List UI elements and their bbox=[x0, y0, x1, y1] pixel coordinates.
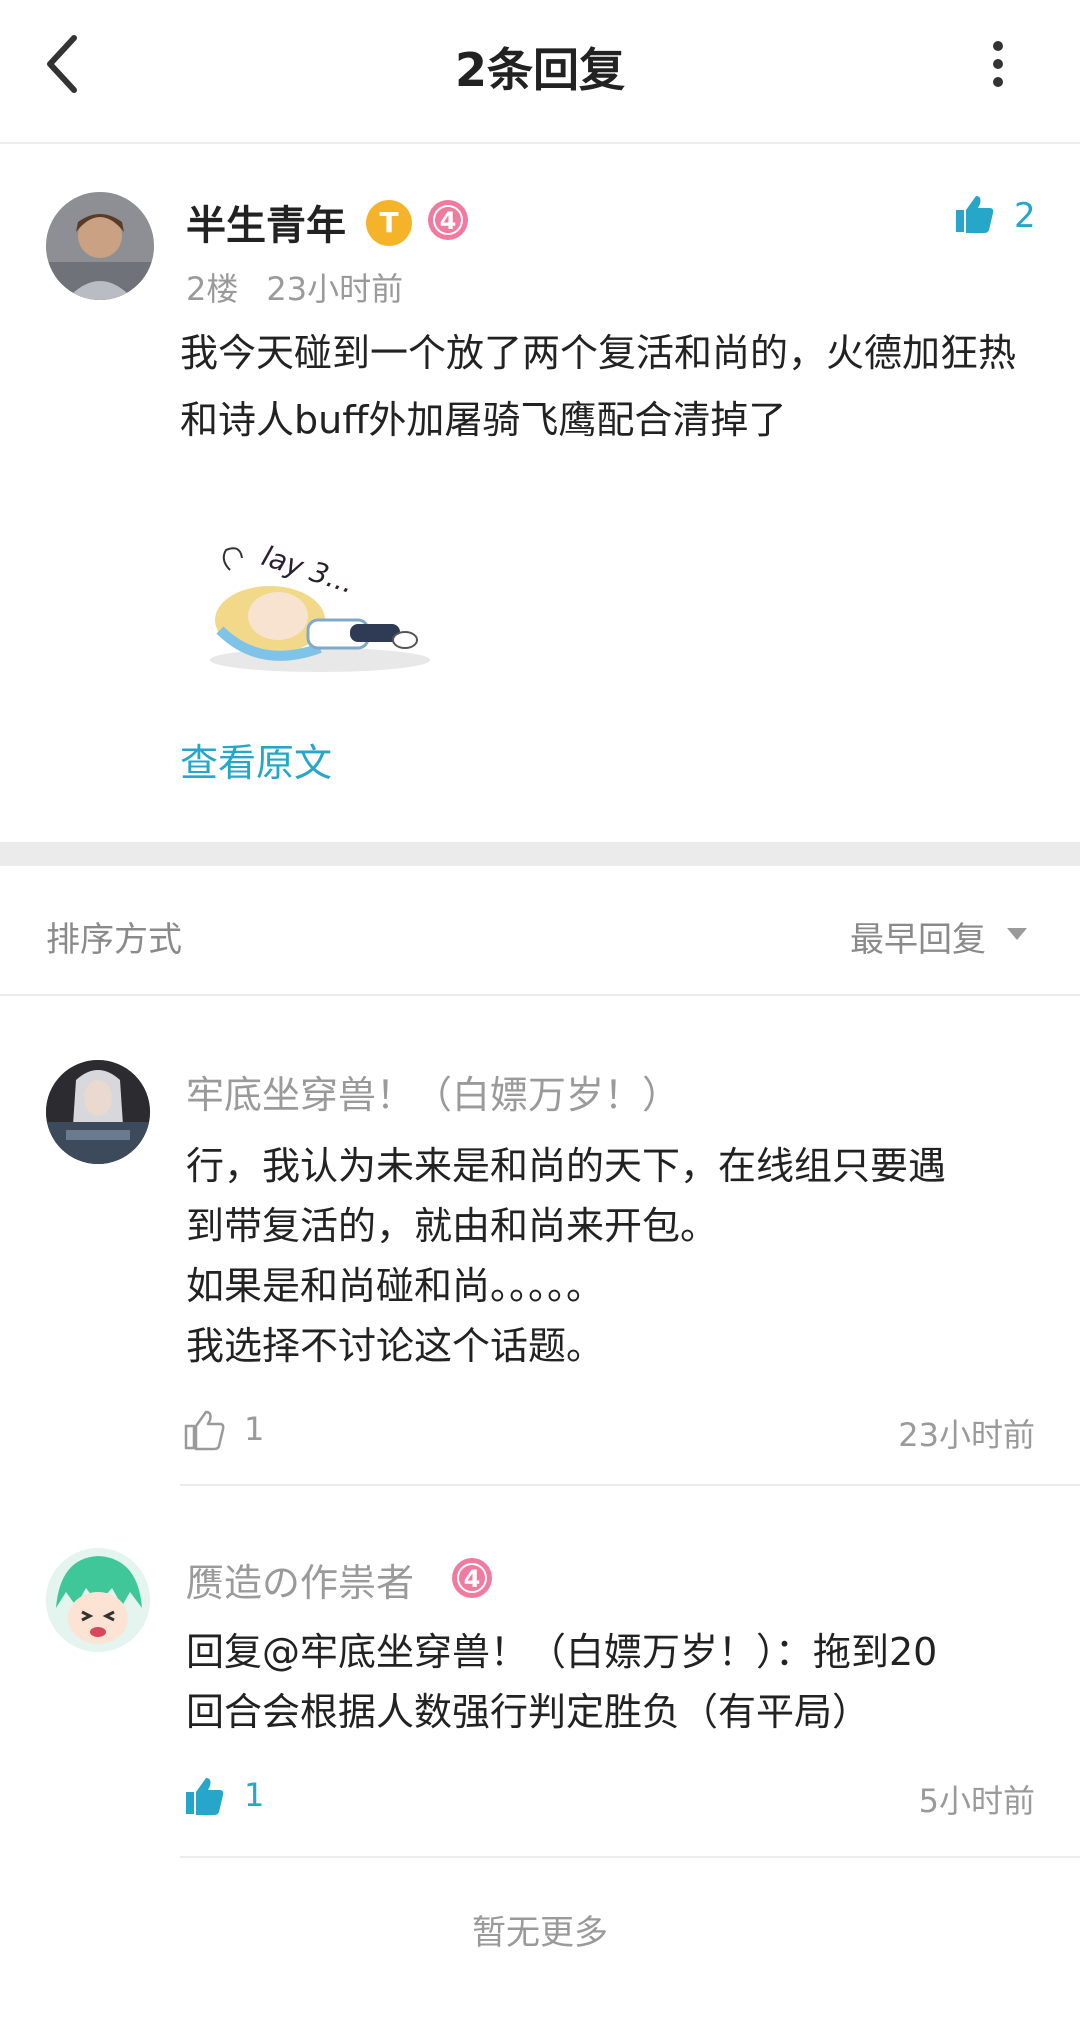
thumbs-up-icon[interactable] bbox=[952, 192, 996, 236]
reply-content: 回复@牢底坐穿兽！（白嫖万岁！）：拖到20 回合会根据人数强行判定胜负（有平局） bbox=[186, 1622, 1066, 1742]
reply-divider bbox=[180, 1484, 1080, 1486]
thumbs-up-icon[interactable] bbox=[182, 1408, 226, 1452]
sort-label: 排序方式 bbox=[46, 920, 182, 960]
post-time: 23小时前 bbox=[266, 270, 404, 308]
reply-author-name[interactable]: 赝造の作祟者 bbox=[186, 1552, 414, 1607]
reply-like-count: 1 bbox=[244, 1776, 265, 1814]
reply-avatar[interactable] bbox=[46, 1548, 150, 1652]
reply-line: 行，我认为未来是和尚的天下，在线组只要遇 bbox=[186, 1144, 947, 1188]
reply-line: 到带复活的，就由和尚来开包。 bbox=[186, 1204, 719, 1248]
reply-avatar[interactable] bbox=[46, 1060, 150, 1164]
svg-text:4: 4 bbox=[440, 207, 457, 235]
top-bar: 2条回复 bbox=[0, 0, 1080, 144]
op-avatar[interactable] bbox=[46, 192, 154, 300]
sleeping-girl-sticker[interactable]: lay 3... bbox=[200, 520, 440, 690]
more-vertical-icon[interactable] bbox=[980, 38, 1016, 90]
reply-line: 回复@牢底坐穿兽！（白嫖万岁！）：拖到20 bbox=[186, 1630, 938, 1674]
reply-time: 5小时前 bbox=[918, 1782, 1035, 1820]
reply-author-name[interactable]: 牢底坐穿兽！（白嫖万岁！） bbox=[186, 1064, 680, 1119]
reply-line: 如果是和尚碰和尚。。。。。 bbox=[186, 1264, 605, 1308]
caret-down-icon[interactable] bbox=[1005, 926, 1029, 942]
reply-time: 23小时前 bbox=[898, 1416, 1035, 1454]
reply-content: 行，我认为未来是和尚的天下，在线组只要遇 到带复活的，就由和尚来开包。 如果是和… bbox=[186, 1136, 1066, 1376]
reply-line: 我选择不讨论这个话题。 bbox=[186, 1324, 605, 1368]
no-more-label: 暂无更多 bbox=[472, 1913, 608, 1953]
view-original-link[interactable]: 查看原文 bbox=[180, 732, 332, 787]
level-badge: 4 bbox=[428, 200, 468, 240]
section-divider bbox=[0, 842, 1080, 866]
reply-divider bbox=[180, 1856, 1080, 1858]
op-content: 我今天碰到一个放了两个复活和尚的，火德加狂热和诗人buff外加屠骑飞鹰配合清掉了 bbox=[180, 331, 1017, 442]
thumbs-up-icon[interactable] bbox=[182, 1774, 226, 1818]
page-title: 2条回复 bbox=[454, 43, 625, 97]
reply-like-count: 1 bbox=[244, 1410, 265, 1448]
sort-dropdown[interactable]: 最早回复 bbox=[850, 912, 986, 961]
svg-text:4: 4 bbox=[464, 1565, 481, 1593]
title-badge: T bbox=[366, 200, 412, 246]
level-badge: 4 bbox=[452, 1558, 492, 1598]
op-like-count: 2 bbox=[1014, 196, 1036, 236]
op-meta: 2楼 23小时前 bbox=[186, 264, 403, 310]
floor-label: 2楼 bbox=[186, 270, 239, 308]
reply-line: 回合会根据人数强行判定胜负（有平局） bbox=[186, 1690, 871, 1734]
op-author-name[interactable]: 半生青年 bbox=[186, 193, 346, 251]
